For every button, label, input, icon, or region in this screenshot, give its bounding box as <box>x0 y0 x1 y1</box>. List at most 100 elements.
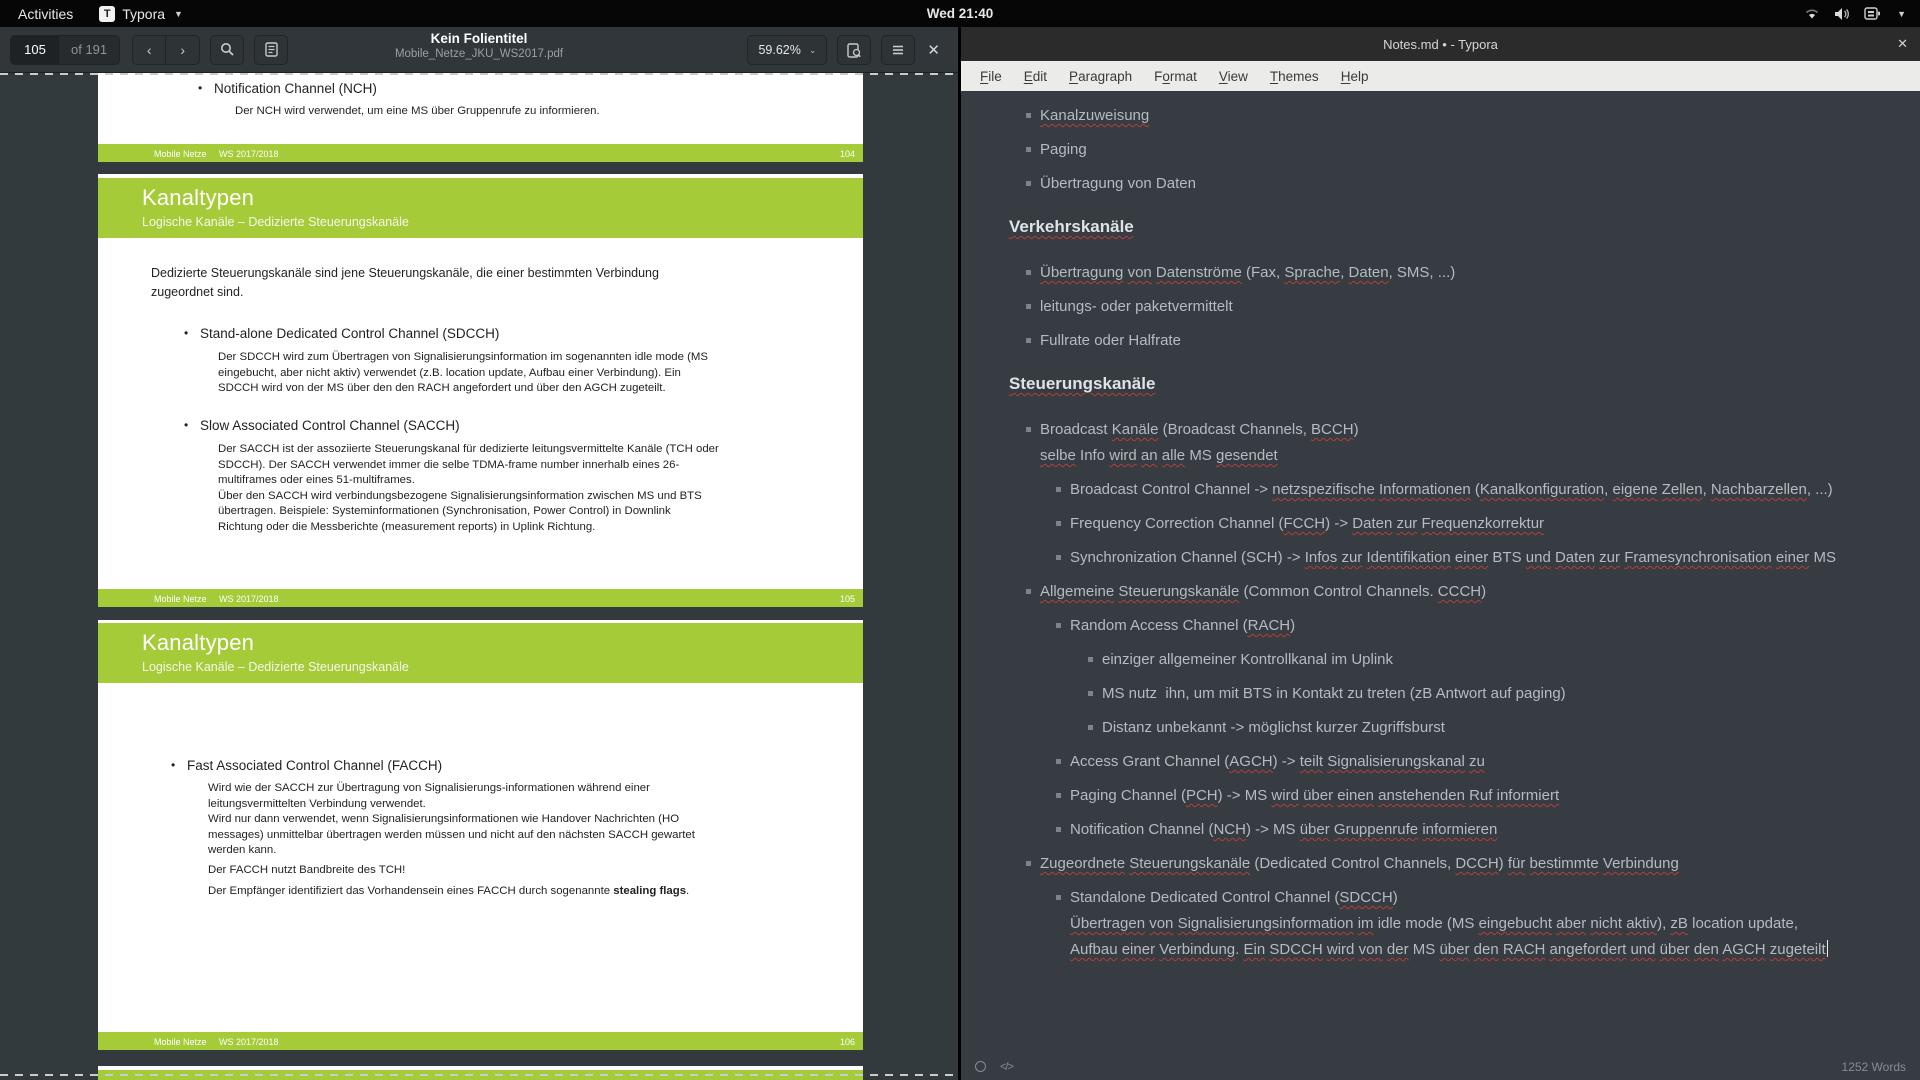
search-button[interactable] <box>210 35 244 65</box>
markdown-list-item: Distanz unbekannt -> möglichst kurzer Zu… <box>1009 715 1896 741</box>
typora-window-title: Notes.md • - Typora <box>1383 37 1498 52</box>
outline-toggle-icon[interactable] <box>975 1061 986 1072</box>
list-bullet-icon <box>1026 270 1031 275</box>
list-bullet-icon <box>1088 725 1093 730</box>
hamburger-menu-icon <box>892 45 904 55</box>
system-status-area[interactable]: ▼ <box>1804 7 1920 21</box>
document-title: Kein Folientitel Mobile_Netze_JKU_WS2017… <box>269 31 689 60</box>
slide-bullet-heading: Notification Channel (NCH) <box>214 81 377 96</box>
footer-course: Mobile Netze <box>154 1037 207 1047</box>
app-menu-button[interactable]: T Typora ▼ <box>99 6 183 22</box>
menu-themes[interactable]: Themes <box>1261 66 1328 87</box>
menu-format[interactable]: Format <box>1145 66 1206 87</box>
markdown-list-item: Zugeordnete Steuerungskanäle (Dedicated … <box>1009 851 1896 877</box>
activities-button[interactable]: Activities <box>18 6 73 22</box>
list-bullet-icon <box>1026 589 1031 594</box>
pdf-document-canvas[interactable]: Notification Channel (NCH) Der NCH wird … <box>0 73 958 1080</box>
document-magnifier-icon <box>847 43 861 58</box>
battery-icon <box>1864 7 1881 20</box>
pdf-page-104: Notification Channel (NCH) Der NCH wird … <box>98 73 863 162</box>
markdown-heading: Steuerungskanäle <box>1009 371 1896 397</box>
slide-title-band: Kanaltypen Logische Kanäle – Dedizierte … <box>98 178 863 238</box>
next-page-button[interactable]: › <box>166 35 200 65</box>
previous-page-button[interactable]: ‹ <box>132 35 166 65</box>
slide-bullet-heading: Fast Associated Control Channel (FACCH) <box>187 758 442 773</box>
pdf-page-107 <box>98 1066 863 1080</box>
list-bullet-icon <box>1056 759 1061 764</box>
footer-term: WS 2017/2018 <box>219 149 279 159</box>
menu-paragraph[interactable]: Paragraph <box>1060 66 1141 87</box>
slide-title-band: Kanaltypen Logische Kanäle – Dedizierte … <box>98 623 863 683</box>
zoom-level-dropdown[interactable]: 59.62% ⌄ <box>747 35 827 65</box>
main-menu-button[interactable] <box>881 35 915 65</box>
chevron-down-icon: ⌄ <box>809 45 817 56</box>
menu-edit[interactable]: Edit <box>1015 66 1056 87</box>
footer-term: WS 2017/2018 <box>219 594 279 604</box>
markdown-list-item: MS nutz ihn, um mit BTS in Kontakt zu tr… <box>1009 681 1896 707</box>
text-cursor <box>1827 940 1829 957</box>
slide-footer: Mobile Netze WS 2017/2018 106 <box>98 1032 863 1050</box>
list-bullet-icon <box>1056 521 1061 526</box>
typora-app-icon: T <box>99 6 115 22</box>
slide-paragraph: Der SDCCH wird zum Übertragen von Signal… <box>218 350 708 397</box>
slide-footer: Mobile Netze WS 2017/2018 105 <box>98 589 863 607</box>
wifi-icon <box>1804 7 1820 20</box>
typora-window: Notes.md • - Typora ✕ FileEditParagraphF… <box>961 27 1920 1080</box>
slide-intro-text: Dedizierte Steuerungskanäle sind jene St… <box>151 264 659 302</box>
markdown-list-item: Fullrate oder Halfrate <box>1009 328 1896 354</box>
document-filename: Mobile_Netze_JKU_WS2017.pdf <box>269 48 689 60</box>
clock[interactable]: Wed 21:40 <box>927 6 994 21</box>
menu-help[interactable]: Help <box>1332 66 1378 87</box>
window-close-button[interactable]: ✕ <box>1897 35 1908 52</box>
annotations-button[interactable] <box>837 35 871 65</box>
list-bullet-icon <box>1056 555 1061 560</box>
slide-paragraph: Wird wie der SACCH zur Übertragung von S… <box>208 781 695 859</box>
list-bullet-icon <box>1056 487 1061 492</box>
pdf-viewer-window: of 191 ‹ › Kein Folientitel Mobile_Netze… <box>0 27 958 1080</box>
markdown-list-item: Kanalzuweisung <box>1009 103 1896 129</box>
slide-title: Kanaltypen <box>142 630 254 656</box>
slide-bullet-heading: Stand-alone Dedicated Control Channel (S… <box>200 326 499 341</box>
list-bullet-icon <box>1026 113 1031 118</box>
slide-note: Der FACCH nutzt Bandbreite des TCH! <box>208 863 405 879</box>
menu-file[interactable]: File <box>971 66 1011 87</box>
list-bullet-icon <box>1056 793 1061 798</box>
list-bullet-icon <box>1056 827 1061 832</box>
markdown-list-item: Paging <box>1009 137 1896 163</box>
markdown-list-item: Frequency Correction Channel (FCCH) -> D… <box>1009 511 1896 537</box>
list-bullet-icon <box>1026 147 1031 152</box>
system-menu-chevron-icon: ▼ <box>1897 9 1906 19</box>
typora-statusbar: </> 1252 Words <box>961 1053 1920 1080</box>
slide-subtitle: Logische Kanäle – Dedizierte Steuerungsk… <box>142 660 409 674</box>
pdf-toolbar: of 191 ‹ › Kein Folientitel Mobile_Netze… <box>0 27 958 73</box>
window-close-button[interactable]: ✕ <box>915 41 948 59</box>
markdown-list-item: Notification Channel (NCH) -> MS über Gr… <box>1009 817 1896 843</box>
markdown-editor[interactable]: KanalzuweisungPagingÜbertragung von Date… <box>961 91 1920 1053</box>
footer-page-number: 106 <box>840 1037 855 1047</box>
word-count[interactable]: 1252 Words <box>1842 1060 1906 1074</box>
zoom-level-value: 59.62% <box>758 43 800 57</box>
markdown-list-item: leitungs- oder paketvermittelt <box>1009 294 1896 320</box>
markdown-list-item: Paging Channel (PCH) -> MS wird über ein… <box>1009 783 1896 809</box>
document-title-text: Kein Folientitel <box>269 31 689 46</box>
list-bullet-icon <box>1026 338 1031 343</box>
page-total-label: of 191 <box>59 42 119 57</box>
markdown-list-item: Broadcast Kanäle (Broadcast Channels, BC… <box>1009 417 1896 469</box>
slide-paragraph: Der NCH wird verwendet, um eine MS über … <box>235 104 600 120</box>
menu-view[interactable]: View <box>1210 66 1257 87</box>
search-icon <box>220 42 235 57</box>
page-number-input[interactable] <box>11 36 59 64</box>
markdown-list-item: Synchronization Channel (SCH) -> Infos z… <box>1009 545 1896 571</box>
typora-titlebar: Notes.md • - Typora ✕ <box>961 27 1920 61</box>
markdown-heading: Verkehrskanäle <box>1009 214 1896 240</box>
slide-bullet-heading: Slow Associated Control Channel (SACCH) <box>200 418 460 433</box>
list-bullet-icon <box>1056 623 1061 628</box>
pdf-page-106: Kanaltypen Logische Kanäle – Dedizierte … <box>98 620 863 1050</box>
list-bullet-icon <box>1026 181 1031 186</box>
slide-footer: Mobile Netze WS 2017/2018 104 <box>98 144 863 162</box>
slide-title: Kanaltypen <box>142 185 254 211</box>
page-navigation-box: of 191 <box>10 35 120 65</box>
source-code-mode-icon[interactable]: </> <box>1000 1061 1013 1073</box>
markdown-list-item: Random Access Channel (RACH) <box>1009 613 1896 639</box>
list-bullet-icon <box>1088 657 1093 662</box>
